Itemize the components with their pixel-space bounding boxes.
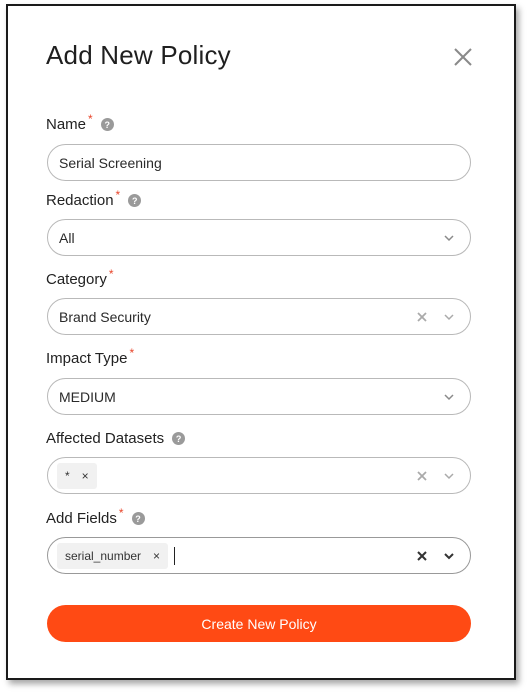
redaction-label-text: Redaction [46,192,114,209]
name-label: Name * ? [46,112,114,133]
required-marker: * [129,345,135,360]
name-label-text: Name [46,116,87,133]
chevron-down-icon[interactable] [442,549,456,563]
add-fields-tags: serial_number × [57,542,416,569]
clear-icon[interactable] [416,470,428,482]
help-icon[interactable]: ? [128,194,142,207]
field-tag: serial_number × [57,542,169,569]
name-input[interactable]: Serial Screening [47,144,471,181]
field-tag-label: serial_number [65,548,142,563]
chevron-down-icon[interactable] [442,469,456,483]
required-marker: * [115,187,121,202]
affected-datasets-tags: * × [57,462,416,489]
category-select[interactable]: Brand Security [47,298,471,335]
help-icon[interactable]: ? [100,118,114,131]
category-select-value: Brand Security [59,308,151,325]
remove-tag-icon[interactable]: × [82,469,89,483]
dataset-tag-label: * [65,468,70,483]
impact-type-label-text: Impact Type [46,350,128,367]
impact-type-select-value: MEDIUM [59,388,116,405]
required-marker: * [118,505,124,520]
add-fields-label-text: Add Fields [46,510,117,527]
add-fields-label: Add Fields * ? [46,506,145,527]
required-marker: * [88,111,93,126]
create-policy-button[interactable]: Create New Policy [47,605,471,642]
add-policy-dialog: Add New Policy Name * ? Serial Screening… [6,4,516,680]
chevron-down-icon[interactable] [442,231,456,245]
close-icon[interactable] [448,42,478,72]
name-input-value: Serial Screening [59,154,162,171]
clear-icon[interactable] [416,311,428,323]
category-label: Category * [46,267,114,289]
impact-type-label: Impact Type * [46,346,134,368]
dialog-title: Add New Policy [46,40,231,70]
redaction-select-value: All [59,229,75,246]
dataset-tag: * × [57,462,97,489]
affected-datasets-label: Affected Datasets ? [46,430,186,447]
add-fields-multiselect[interactable]: serial_number × [47,537,471,574]
help-icon[interactable]: ? [172,432,186,445]
clear-icon[interactable] [416,550,428,562]
affected-datasets-multiselect[interactable]: * × [47,457,471,494]
affected-datasets-label-text: Affected Datasets [46,430,165,447]
chevron-down-icon[interactable] [442,310,456,324]
redaction-select[interactable]: All [47,219,471,256]
text-cursor [174,546,176,565]
required-marker: * [108,266,114,281]
category-label-text: Category [46,271,107,288]
chevron-down-icon[interactable] [442,390,456,404]
help-icon[interactable]: ? [131,512,145,525]
remove-tag-icon[interactable]: × [153,549,160,563]
impact-type-select[interactable]: MEDIUM [47,378,471,415]
redaction-label: Redaction * ? [46,188,142,209]
